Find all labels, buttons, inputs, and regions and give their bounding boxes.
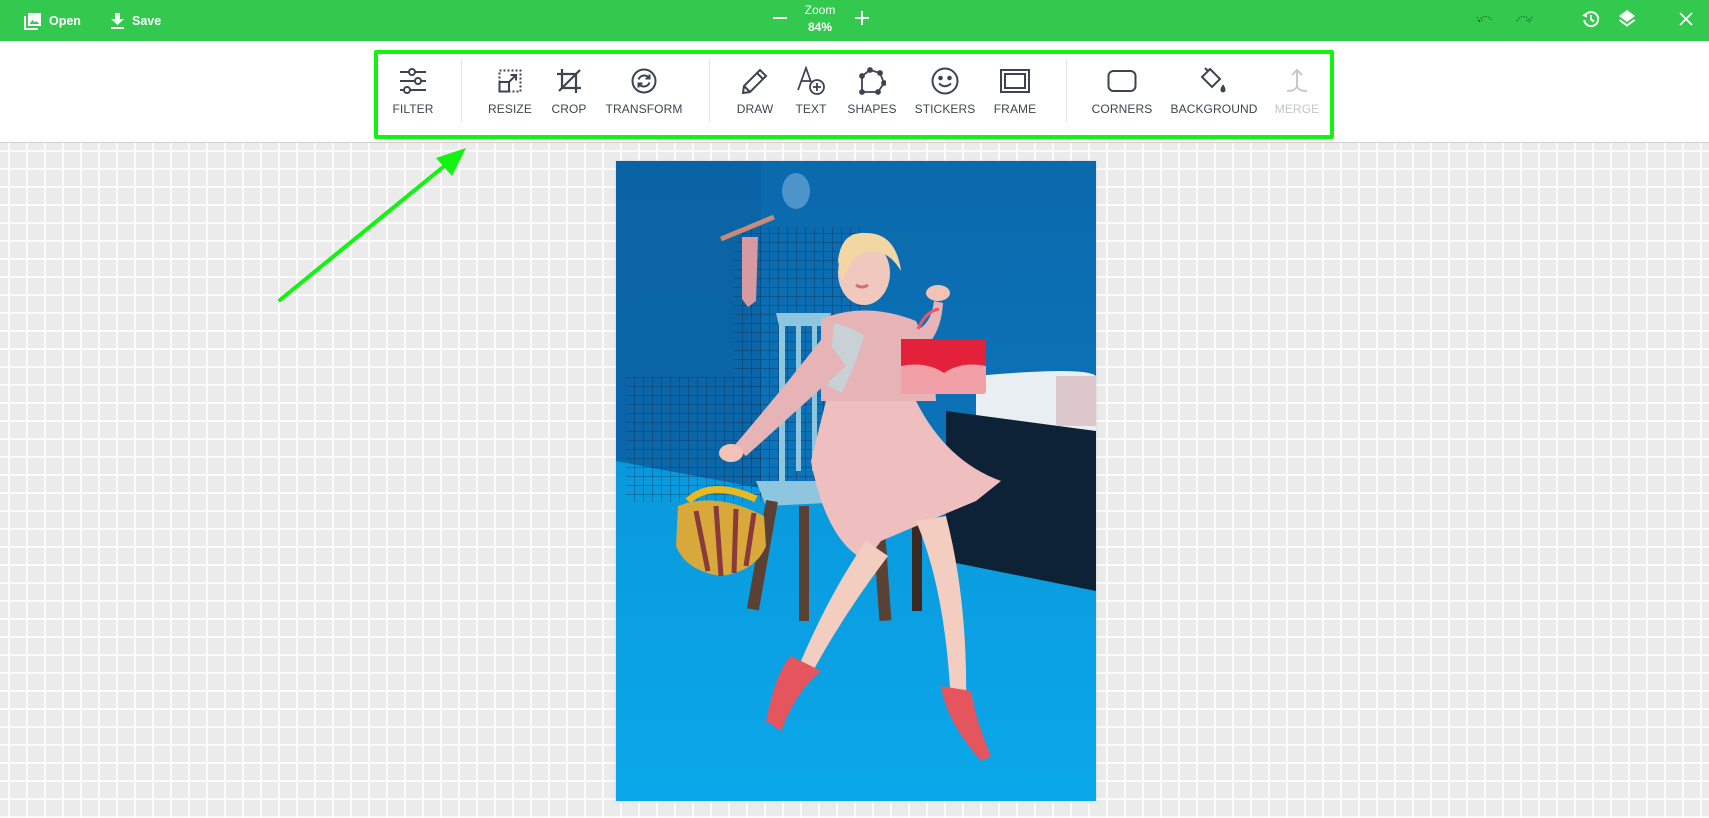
photo-illustration	[616, 161, 1096, 801]
paint-bucket-icon	[1199, 65, 1229, 97]
frame-icon	[1000, 65, 1030, 97]
tool-label: CORNERS	[1091, 102, 1153, 116]
undo-button[interactable]	[1473, 8, 1499, 34]
top-bar: Open Save Zoom 84%	[0, 0, 1709, 41]
download-icon	[110, 12, 125, 29]
tool-label: SHAPES	[847, 102, 897, 116]
tool-label: MERGE	[1274, 102, 1320, 116]
tool-filter[interactable]: FILTER	[368, 65, 458, 116]
sliders-icon	[399, 65, 427, 97]
annotation-arrow	[278, 148, 466, 302]
pencil-icon	[741, 65, 769, 97]
merge-icon	[1283, 65, 1311, 97]
minus-icon	[772, 10, 788, 31]
save-label: Save	[132, 13, 162, 28]
polygon-icon	[858, 65, 886, 97]
rotate-icon	[631, 65, 657, 97]
resize-icon	[498, 65, 522, 97]
tool-label: FILTER	[392, 102, 434, 116]
crop-icon	[556, 65, 582, 97]
tool-corners[interactable]: CORNERS	[1077, 65, 1167, 116]
zoom-value: 84%	[807, 20, 833, 34]
history-button[interactable]	[1578, 8, 1604, 34]
arrowhead-icon	[436, 148, 466, 176]
tool-label: TRANSFORM	[605, 102, 683, 116]
zoom-in-button[interactable]	[850, 8, 874, 32]
zoom-out-button[interactable]	[768, 8, 792, 32]
redo-button[interactable]	[1510, 8, 1536, 34]
tool-label: TEXT	[795, 102, 827, 116]
layers-icon	[1617, 9, 1637, 34]
zoom-title: Zoom	[804, 3, 836, 17]
tool-merge[interactable]: MERGE	[1252, 65, 1342, 116]
smiley-icon	[931, 65, 959, 97]
undo-icon	[1476, 12, 1496, 30]
close-button[interactable]	[1673, 8, 1699, 34]
close-icon	[1678, 11, 1694, 32]
rounded-rect-icon	[1107, 65, 1137, 97]
tool-background[interactable]: BACKGROUND	[1169, 65, 1259, 116]
open-button[interactable]: Open	[24, 0, 81, 41]
plus-icon	[854, 10, 870, 31]
canvas-image[interactable]	[616, 161, 1096, 801]
tool-label: CROP	[551, 102, 587, 116]
add-text-icon	[796, 65, 826, 97]
arrow-shaft	[278, 161, 450, 302]
tool-label: STICKERS	[914, 102, 976, 116]
tool-label: BACKGROUND	[1170, 102, 1258, 116]
zoom-readout: Zoom 84%	[800, 2, 840, 36]
image-gallery-icon	[24, 12, 42, 30]
layers-button[interactable]	[1614, 8, 1640, 34]
tool-frame[interactable]: FRAME	[970, 65, 1060, 116]
redo-icon	[1513, 12, 1533, 30]
open-label: Open	[49, 13, 81, 28]
save-button[interactable]: Save	[110, 0, 161, 41]
toolbar-divider	[461, 58, 462, 122]
toolbar-divider	[1066, 58, 1067, 122]
tool-transform[interactable]: TRANSFORM	[599, 65, 689, 116]
tool-label: FRAME	[993, 102, 1037, 116]
history-icon	[1581, 9, 1601, 34]
